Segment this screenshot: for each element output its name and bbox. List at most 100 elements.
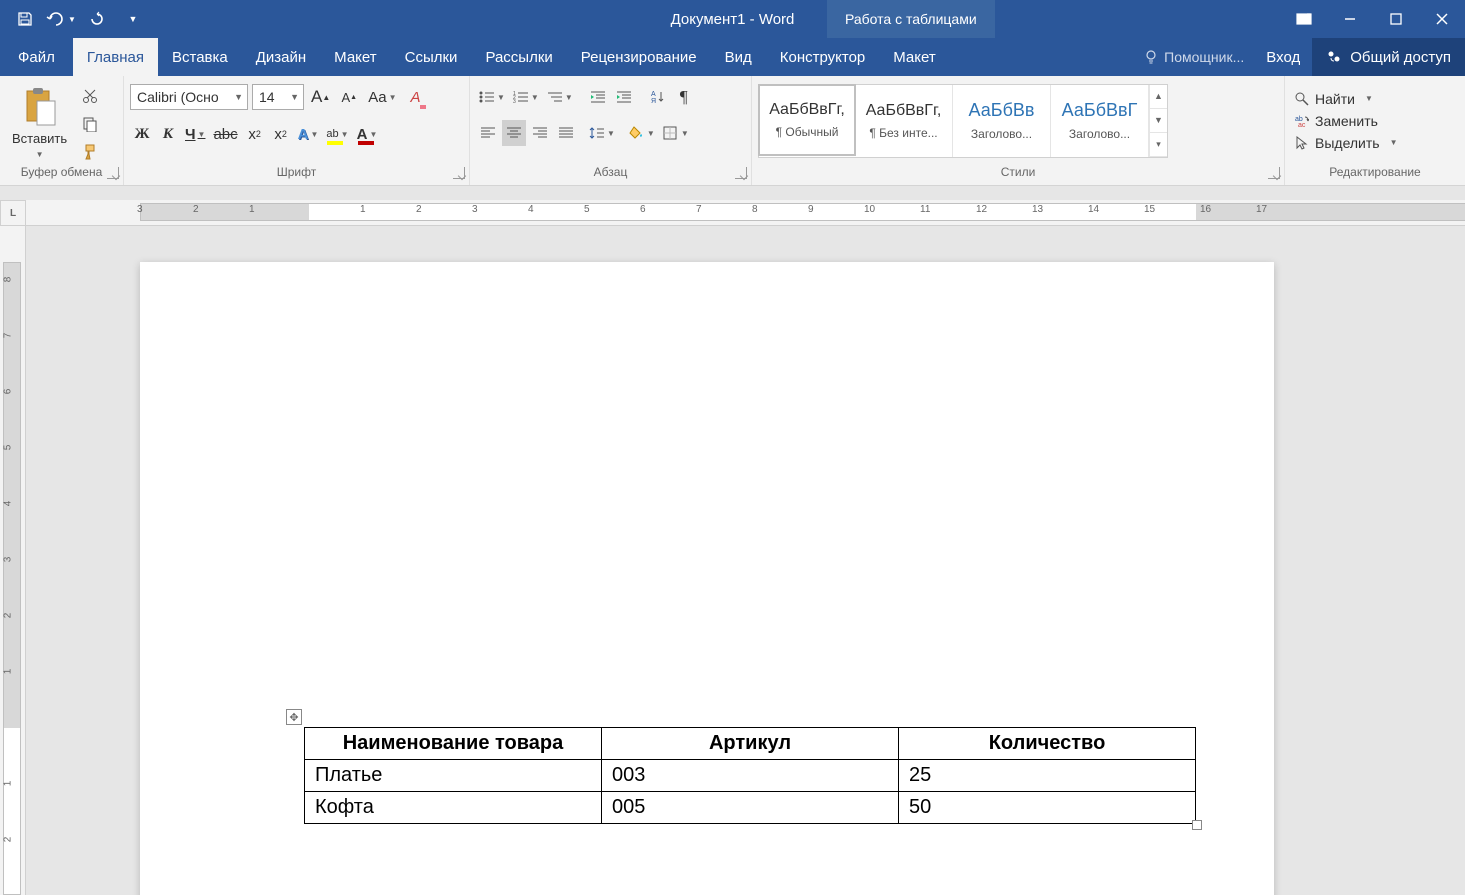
document-area[interactable]: Наименование товара Артикул Количество П… [26, 226, 1465, 895]
tab-table-layout[interactable]: Макет [879, 38, 949, 76]
shading-button[interactable]: ▼ [626, 120, 658, 146]
save-button[interactable] [10, 5, 40, 33]
clipboard-dialog-launcher[interactable] [107, 167, 119, 179]
multilevel-list-button[interactable]: ▼ [544, 84, 576, 110]
paste-label: Вставить [12, 131, 67, 146]
line-spacing-button[interactable]: ▼ [586, 120, 618, 146]
tab-mailings[interactable]: Рассылки [471, 38, 566, 76]
styles-gallery: АаБбВвГг,¶ Обычный АаБбВвГг,¶ Без инте..… [758, 84, 1168, 158]
paragraph-dialog-launcher[interactable] [735, 167, 747, 179]
table-resize-handle[interactable] [1192, 820, 1202, 830]
qat-customize-button[interactable]: ▼ [118, 5, 148, 33]
tab-file[interactable]: Файл [0, 38, 73, 76]
table-row[interactable]: Платье 003 25 [305, 760, 1196, 792]
share-button[interactable]: Общий доступ [1312, 38, 1465, 76]
decrease-indent-button[interactable] [586, 84, 610, 110]
group-editing: Найти▼ abacЗаменить Выделить▼ Редактиров… [1285, 76, 1465, 185]
table-move-handle[interactable] [286, 709, 302, 725]
tell-me-search[interactable]: Помощник... [1134, 38, 1254, 76]
select-button[interactable]: Выделить▼ [1295, 135, 1398, 151]
highlight-button[interactable]: ab▼ [323, 121, 351, 147]
minimize-button[interactable] [1327, 0, 1373, 38]
tab-insert[interactable]: Вставка [158, 38, 242, 76]
window-controls [1281, 0, 1465, 38]
maximize-button[interactable] [1373, 0, 1419, 38]
text-effects-button[interactable]: A▼ [295, 121, 322, 147]
italic-button[interactable]: К [156, 121, 180, 147]
table-header-cell[interactable]: Артикул [602, 728, 899, 760]
superscript-button[interactable]: x2 [269, 121, 293, 147]
svg-text:3: 3 [513, 99, 516, 104]
group-label-styles: Стили [752, 165, 1284, 185]
cut-button[interactable] [77, 83, 103, 109]
format-painter-button[interactable] [77, 139, 103, 165]
undo-button[interactable]: ▼ [46, 5, 76, 33]
tab-selector[interactable]: L [0, 200, 26, 226]
table-cell[interactable]: 25 [899, 760, 1196, 792]
justify-button[interactable] [554, 120, 578, 146]
increase-indent-button[interactable] [612, 84, 636, 110]
table-cell[interactable]: Кофта [305, 792, 602, 824]
font-name-combo[interactable]: Calibri (Осно▼ [130, 84, 248, 110]
grow-font-button[interactable]: A▲ [308, 84, 333, 110]
tab-layout[interactable]: Макет [320, 38, 390, 76]
ribbon-tabs: Файл Главная Вставка Дизайн Макет Ссылки… [0, 38, 1465, 76]
find-button[interactable]: Найти▼ [1295, 91, 1398, 107]
bold-button[interactable]: Ж [130, 121, 154, 147]
redo-button[interactable] [82, 5, 112, 33]
table-cell[interactable]: 005 [602, 792, 899, 824]
underline-button[interactable]: Ч▼ [182, 121, 208, 147]
table-cell[interactable]: Платье [305, 760, 602, 792]
ribbon-display-options-button[interactable] [1281, 0, 1327, 38]
quick-access-toolbar: ▼ ▼ [0, 0, 158, 38]
tell-me-label: Помощник... [1164, 49, 1244, 65]
change-case-button[interactable]: Aa▼ [365, 84, 399, 110]
copy-button[interactable] [77, 111, 103, 137]
align-right-button[interactable] [528, 120, 552, 146]
styles-gallery-more[interactable]: ▲▼▾ [1149, 85, 1167, 157]
tab-view[interactable]: Вид [711, 38, 766, 76]
lightbulb-icon [1144, 50, 1158, 64]
table-cell[interactable]: 003 [602, 760, 899, 792]
font-dialog-launcher[interactable] [453, 167, 465, 179]
borders-button[interactable]: ▼ [660, 120, 692, 146]
sign-in-button[interactable]: Вход [1254, 38, 1312, 76]
horizontal-ruler[interactable]: 3211234567891011121314151617 [26, 200, 1465, 226]
tab-table-design[interactable]: Конструктор [766, 38, 880, 76]
strikethrough-button[interactable]: abc [210, 121, 240, 147]
numbering-button[interactable]: 123▼ [510, 84, 542, 110]
clear-formatting-button[interactable]: A [404, 84, 428, 110]
ribbon: Вставить ▼ Буфер обмена Calibri (Осно▼ 1… [0, 76, 1465, 186]
styles-dialog-launcher[interactable] [1268, 167, 1280, 179]
table-header-cell[interactable]: Количество [899, 728, 1196, 760]
tab-home[interactable]: Главная [73, 38, 158, 76]
align-left-button[interactable] [476, 120, 500, 146]
font-size-combo[interactable]: 14▼ [252, 84, 304, 110]
page[interactable]: Наименование товара Артикул Количество П… [140, 262, 1274, 895]
style-heading2[interactable]: АаБбВвГЗаголово... [1051, 85, 1149, 157]
table-cell[interactable]: 50 [899, 792, 1196, 824]
close-button[interactable] [1419, 0, 1465, 38]
style-heading1[interactable]: АаБбВвЗаголово... [953, 85, 1051, 157]
brush-icon [82, 144, 98, 160]
tab-references[interactable]: Ссылки [391, 38, 472, 76]
align-center-button[interactable] [502, 120, 526, 146]
tab-design[interactable]: Дизайн [242, 38, 320, 76]
vertical-ruler[interactable]: 8765432112 [0, 226, 26, 895]
style-normal[interactable]: АаБбВвГг,¶ Обычный [758, 84, 856, 156]
style-no-spacing[interactable]: АаБбВвГг,¶ Без инте... [855, 85, 953, 157]
table-header-cell[interactable]: Наименование товара [305, 728, 602, 760]
paste-button[interactable]: Вставить ▼ [6, 83, 73, 163]
tab-review[interactable]: Рецензирование [567, 38, 711, 76]
shrink-font-button[interactable]: A▲ [337, 84, 361, 110]
subscript-button[interactable]: x2 [243, 121, 267, 147]
show-marks-button[interactable]: ¶ [672, 84, 696, 110]
bullets-button[interactable]: ▼ [476, 84, 508, 110]
sort-button[interactable]: AЯ [646, 84, 670, 110]
group-label-editing: Редактирование [1285, 165, 1465, 185]
table-header-row[interactable]: Наименование товара Артикул Количество [305, 728, 1196, 760]
document-table[interactable]: Наименование товара Артикул Количество П… [304, 727, 1196, 824]
table-row[interactable]: Кофта 005 50 [305, 792, 1196, 824]
replace-button[interactable]: abacЗаменить [1295, 113, 1398, 129]
font-color-button[interactable]: A▼ [354, 121, 381, 147]
